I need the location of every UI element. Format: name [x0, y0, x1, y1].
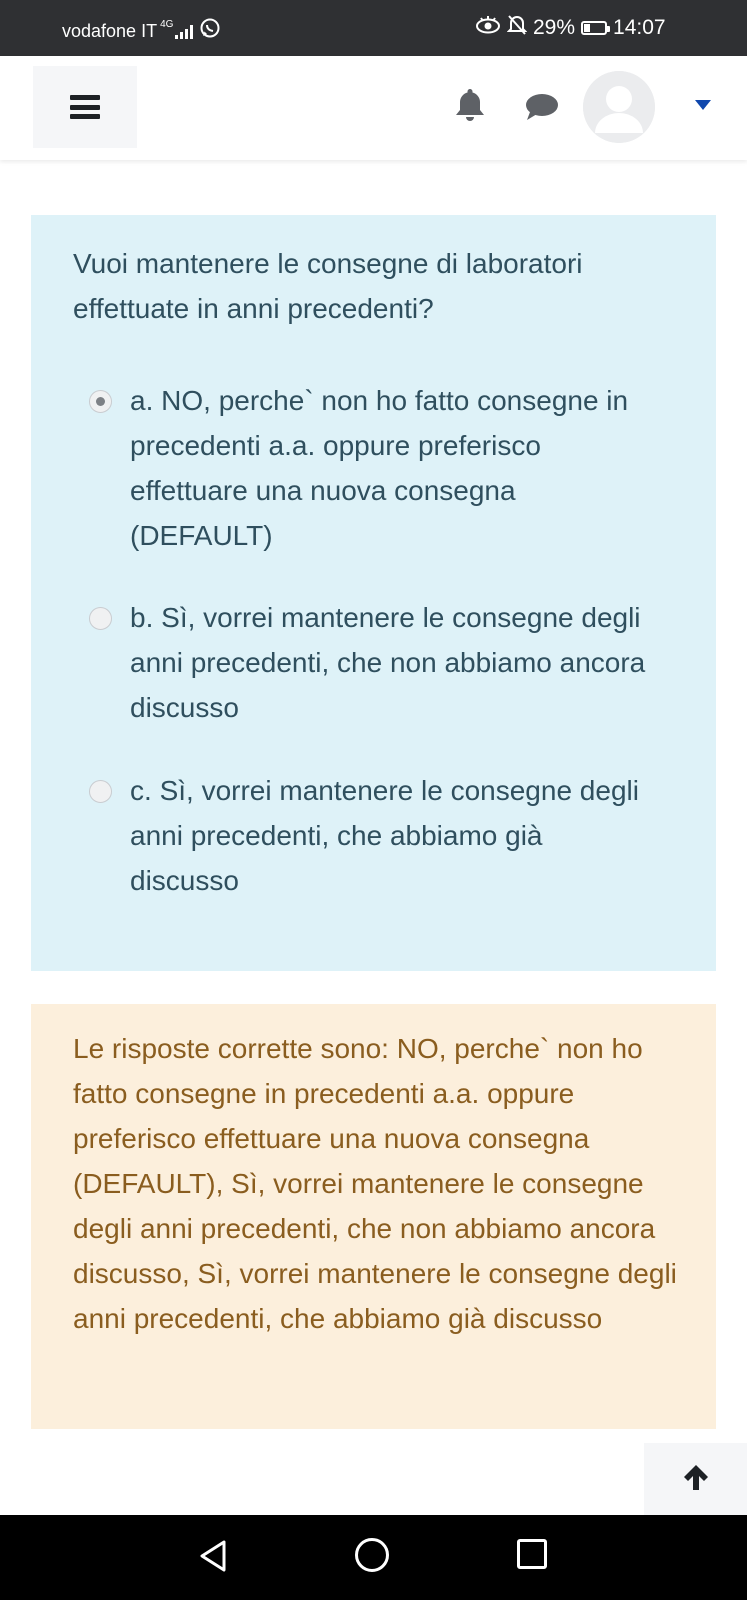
recents-square-icon[interactable]: [517, 1539, 547, 1569]
radio-option-a[interactable]: [89, 390, 112, 413]
battery-icon: [581, 21, 611, 35]
option-b-label[interactable]: b. Sì, vorrei mantenere le consegne degl…: [130, 595, 650, 730]
eye-comfort-icon: [475, 15, 501, 41]
back-triangle-icon[interactable]: [198, 1539, 228, 1578]
radio-option-c[interactable]: [89, 780, 112, 803]
back-to-top-button[interactable]: [644, 1443, 747, 1515]
option-letter: a.: [130, 385, 154, 416]
whatsapp-icon: [199, 17, 221, 45]
signal-icon: [175, 23, 194, 39]
app-header: [0, 56, 747, 160]
option-letter: c.: [130, 775, 152, 806]
avatar-icon[interactable]: [583, 71, 655, 143]
option-c-label[interactable]: c. Sì, vorrei mantenere le consegne degl…: [130, 768, 650, 903]
option-text: Sì, vorrei mantenere le consegne degli a…: [130, 602, 646, 723]
status-left: vodafone IT 4G: [62, 17, 221, 45]
arrow-up-icon: [681, 1462, 711, 1497]
option-text: NO, perche` non ho fatto consegne in pre…: [130, 385, 629, 551]
status-bar: vodafone IT 4G 29% 14:07: [0, 0, 747, 56]
radio-option-b[interactable]: [89, 607, 112, 630]
feedback-text: Le risposte corrette sono: NO, perche` n…: [73, 1033, 677, 1334]
bell-icon[interactable]: [453, 86, 487, 129]
option-a-label[interactable]: a. NO, perche` non ho fatto consegne in …: [130, 378, 650, 558]
hamburger-icon: [70, 95, 100, 119]
muted-bell-icon: [506, 14, 528, 42]
system-nav-bar: [0, 1515, 747, 1600]
home-circle-icon[interactable]: [355, 1538, 389, 1572]
question-box: Vuoi mantenere le consegne di laboratori…: [31, 215, 716, 971]
menu-button[interactable]: [33, 66, 137, 148]
option-text: Sì, vorrei mantenere le consegne degli a…: [130, 775, 639, 896]
chat-bubble-icon[interactable]: [524, 92, 560, 127]
status-right: 29% 14:07: [475, 14, 666, 42]
battery-percent: 29%: [533, 16, 576, 39]
network-type: 4G: [160, 18, 174, 30]
option-letter: b.: [130, 602, 154, 633]
question-text: Vuoi mantenere le consegne di laboratori…: [73, 248, 583, 324]
clock: 14:07: [613, 16, 666, 39]
carrier-label: vodafone IT: [62, 20, 158, 41]
caret-down-icon[interactable]: [694, 98, 712, 116]
correct-answer-feedback: Le risposte corrette sono: NO, perche` n…: [31, 1004, 716, 1429]
